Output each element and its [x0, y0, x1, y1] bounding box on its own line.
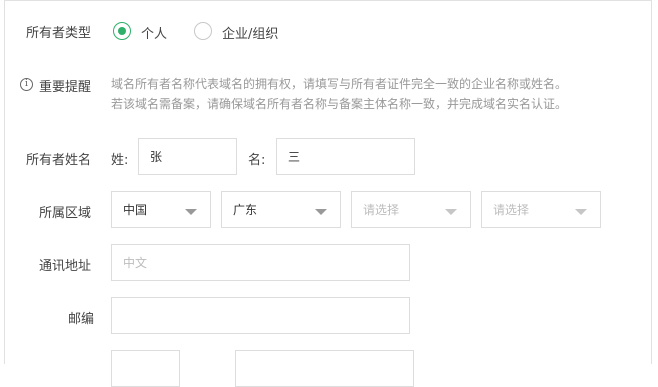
- surname-value: 张: [150, 150, 163, 164]
- radio-checked-dot: [118, 27, 126, 35]
- radio-organization-label[interactable]: 企业/组织: [222, 23, 278, 42]
- district-placeholder: 请选择: [493, 203, 530, 217]
- radio-organization[interactable]: [194, 22, 212, 40]
- info-icon: i: [20, 78, 33, 91]
- phone-area-input[interactable]: [111, 350, 180, 387]
- province-value: 广东: [233, 203, 258, 217]
- notice-title: 重要提醒: [39, 80, 92, 95]
- given-name-label: 名:: [248, 153, 266, 168]
- address-input[interactable]: 中文: [111, 244, 410, 281]
- surname-input[interactable]: 张: [138, 138, 237, 175]
- notice-line-1: 域名所有者名称代表域名的拥有权，请填写与所有者证件完全一致的企业名称或姓名。: [111, 77, 568, 91]
- surname-label: 姓:: [111, 153, 129, 168]
- region-label: 所属区域: [39, 206, 92, 221]
- country-select[interactable]: 中国: [111, 191, 211, 228]
- postcode-label: 邮编: [68, 312, 95, 327]
- postcode-input[interactable]: [111, 297, 410, 334]
- province-select[interactable]: 广东: [221, 191, 341, 228]
- notice-line-2: 若该域名需备案，请确保域名所有者名称与备案主体名称一致，并完成域名实名认证。: [111, 97, 568, 111]
- chevron-down-icon: [185, 209, 197, 215]
- address-placeholder: 中文: [123, 256, 148, 270]
- given-name-value: 三: [288, 150, 301, 164]
- given-name-input[interactable]: 三: [276, 138, 415, 175]
- address-label: 通讯地址: [39, 259, 92, 274]
- chevron-down-icon: [445, 209, 457, 215]
- radio-individual[interactable]: [113, 22, 131, 40]
- district-select[interactable]: 请选择: [481, 191, 601, 228]
- chevron-down-icon: [575, 209, 587, 215]
- country-value: 中国: [123, 203, 148, 217]
- owner-name-label: 所有者姓名: [26, 153, 92, 168]
- city-placeholder: 请选择: [363, 203, 400, 217]
- chevron-down-icon: [315, 209, 327, 215]
- owner-type-label: 所有者类型: [26, 26, 92, 41]
- radio-individual-label[interactable]: 个人: [141, 23, 167, 42]
- phone-number-input[interactable]: [235, 350, 414, 387]
- city-select[interactable]: 请选择: [351, 191, 471, 228]
